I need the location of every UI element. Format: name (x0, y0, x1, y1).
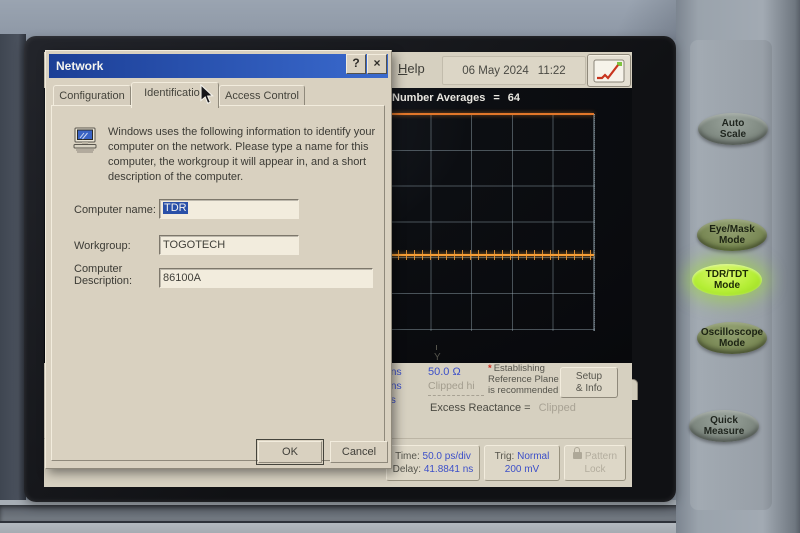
eye-mask-mode-button[interactable]: Eye/Mask Mode (697, 219, 767, 251)
computer-icon (72, 127, 102, 156)
waveform-chart-icon (593, 59, 625, 83)
computer-name-value: TDR (163, 202, 188, 214)
tab-access-control[interactable]: Access Control (219, 85, 305, 107)
excess-reactance-readout: Excess Reactance =Clipped (430, 402, 576, 414)
oscilloscope-label-1: Oscilloscope (701, 327, 763, 338)
time-text: 11:22 (538, 65, 566, 77)
dialog-titlebar[interactable]: Network (49, 54, 388, 78)
dialog-close-button[interactable]: × (367, 54, 387, 74)
quick-measure-label-2: Measure (704, 426, 745, 437)
excess-reactance-value: Clipped (539, 402, 576, 414)
trigger-mode-value: Normal (517, 451, 549, 462)
reference-plane-warning: *Establishing Reference Plane is recomme… (488, 363, 559, 396)
computer-description-label: Computer Description: (74, 263, 154, 287)
dialog-help-button[interactable]: ? (346, 54, 366, 74)
setup-info-button[interactable]: Setup & Info (560, 367, 618, 398)
instrument-photo: Auto Scale Eye/Mask Mode TDR/TDT Mode Os… (0, 0, 800, 533)
computer-name-field[interactable]: TDR (159, 199, 299, 219)
computer-name-label: Computer name: (74, 204, 156, 216)
dialog-title: Network (49, 59, 103, 73)
auto-scale-button[interactable]: Auto Scale (698, 113, 768, 145)
tdr-tdt-label-2: Mode (714, 280, 740, 291)
ok-button-focus-ring: OK (256, 439, 324, 465)
tab-configuration[interactable]: Configuration (53, 85, 131, 107)
date-text: 06 May 2024 (462, 65, 529, 77)
timebase-button[interactable]: Time: 50.0 ps/div Delay: 41.8841 ns (386, 445, 480, 481)
graticule-grid (390, 114, 595, 331)
lock-icon (573, 452, 582, 459)
computer-description-field[interactable] (159, 268, 373, 288)
trigger-button[interactable]: Trig: Normal 200 mV (484, 445, 560, 481)
number-averages-value: 64 (508, 92, 520, 104)
eye-mask-label-2: Mode (719, 235, 745, 246)
quick-measure-button[interactable]: Quick Measure (689, 410, 759, 442)
oscilloscope-label-2: Mode (719, 338, 745, 349)
tdr-tdt-mode-button[interactable]: TDR/TDT Mode (692, 264, 762, 296)
cancel-button[interactable]: Cancel (330, 441, 388, 463)
pattern-lock-button[interactable]: Pattern Lock (564, 445, 626, 481)
auto-scale-label-1: Auto (722, 118, 745, 129)
datetime-display: 06 May 2024 11:22 (442, 56, 586, 85)
workgroup-label: Workgroup: (74, 240, 131, 252)
eye-mask-label-1: Eye/Mask (709, 224, 755, 235)
dashed-divider (428, 395, 484, 396)
instrument-left-side (0, 34, 26, 533)
help-menu[interactable]: Help (398, 61, 425, 76)
quick-measure-label-1: Quick (710, 415, 738, 426)
network-dialog: Network ? × Configuration Identification… (45, 50, 392, 469)
dialog-description-text: Windows uses the following information t… (108, 125, 384, 185)
tdr-trace (390, 254, 594, 256)
trigger-level-value: 200 mV (505, 464, 539, 475)
time-per-div-value: 50.0 ps/div (423, 451, 471, 462)
mouse-cursor (200, 84, 214, 110)
waveform-chart-icon-button[interactable] (587, 54, 631, 87)
tdr-tdt-label-1: TDR/TDT (706, 269, 749, 280)
number-averages-readout: Number Averages=64 (392, 92, 520, 104)
ok-button[interactable]: OK (258, 441, 322, 463)
warning-asterisk-icon: * (488, 363, 492, 374)
workgroup-field[interactable] (159, 235, 299, 255)
auto-scale-label-2: Scale (720, 129, 746, 140)
delay-value: 41.8841 ns (424, 464, 474, 475)
oscilloscope-mode-button[interactable]: Oscilloscope Mode (697, 322, 767, 354)
clipped-trace-top (390, 113, 594, 115)
help-hotkey: H (398, 61, 407, 76)
